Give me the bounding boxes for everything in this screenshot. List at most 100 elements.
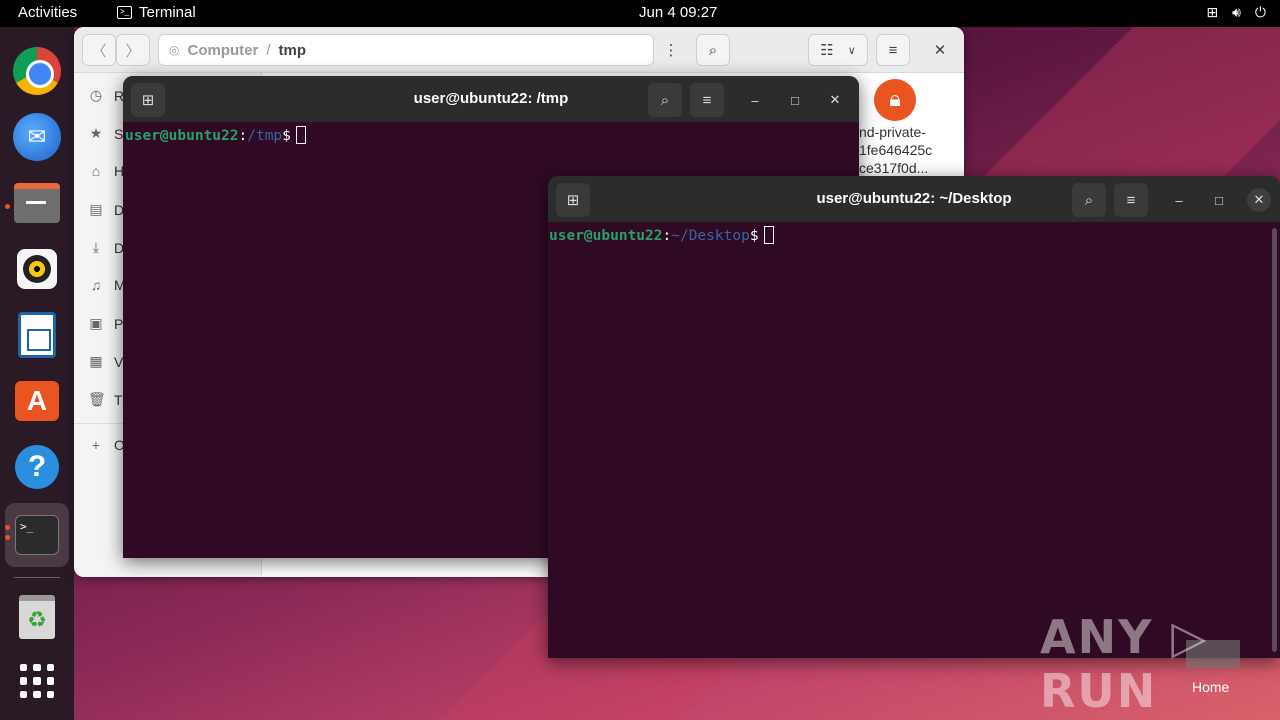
terminal-menu-button[interactable]: ≡ [690,83,724,117]
sidebar-item-documents[interactable]: ▤ D [88,201,124,218]
sidebar-item-videos[interactable]: ▦ V [88,353,123,370]
maximize-icon: □ [791,92,799,108]
film-icon: ▦ [89,353,103,369]
trash-can-icon: 🗑︎ [88,391,106,407]
network-icon: ⊞ [1206,4,1219,20]
running-indicator [5,204,10,209]
terminal-menu-button[interactable]: ≡ [1114,183,1148,217]
close-icon: ✕ [1253,192,1265,207]
file-name-label[interactable]: nd-private- 1fe646425c ce317f0d... [859,123,949,177]
help-icon: ? [15,445,59,489]
terminal-app-icon: >_ [15,515,59,555]
path-segment-current[interactable]: tmp [279,42,307,59]
prompt-path: /tmp [247,128,283,144]
terminal-headerbar: ⊞ user@ubuntu22: /tmp ⌕ ≡ – □ ✕ [123,76,859,122]
terminal-window-desktop: ⊞ user@ubuntu22: ~/Desktop ⌕ ≡ – □ ✕ use… [548,176,1280,658]
minimize-button[interactable]: – [743,88,767,112]
files-headerbar: 〈 〉 ◎ Computer / tmp ⋮ ⌕ ☷ ∨ ≡ ✕ [74,27,964,73]
main-menu-button[interactable]: ≡ [876,34,910,66]
terminal-icon: >_ [117,6,132,19]
prompt-path: ~/Desktop [671,228,750,244]
activities-button[interactable]: Activities [18,4,77,21]
sidebar-item-label: V [114,353,124,370]
sidebar-item-label: S [114,125,124,142]
download-icon: ⤓ [92,239,100,255]
rhythmbox-icon [17,249,57,289]
hamburger-menu-icon: ≡ [702,91,712,109]
files-icon [14,183,60,223]
search-icon: ⌕ [1084,191,1094,209]
sidebar-item-pictures[interactable]: ▣ Pi [88,315,126,332]
minimize-icon: – [751,92,759,108]
thunderbird-icon [13,113,61,161]
view-toggle-button[interactable]: ☷ ∨ [808,34,868,66]
close-button[interactable]: ✕ [823,88,847,112]
close-button[interactable]: ✕ [1247,188,1271,212]
terminal-search-button[interactable]: ⌕ [648,83,682,117]
path-separator: / [266,41,271,59]
sidebar-item-music[interactable]: ♫ M [88,277,126,293]
path-bar[interactable]: ◎ Computer / tmp [158,34,654,66]
prompt-separator: : [238,128,248,144]
path-segment-computer[interactable]: Computer [187,42,258,59]
sidebar-item-home[interactable]: ⌂ H [88,163,124,179]
dock-item-trash[interactable]: ♻ [13,593,61,641]
sidebar-item-starred[interactable]: ★ S [88,125,124,142]
sidebar-item-recent[interactable]: ◷ R [88,87,124,104]
dock-item-terminal[interactable]: >_ [13,511,61,559]
drive-icon: ◎ [169,43,180,57]
terminal-scrollbar[interactable] [1272,228,1277,652]
maximize-icon: □ [1215,192,1223,208]
sidebar-item-trash[interactable]: 🗑︎ Tr [88,391,127,408]
system-tray[interactable]: ⊞ 🔊︎ ⏻ [1206,4,1266,21]
terminal-output[interactable]: user@ubuntu22:/tmp$ [123,122,308,148]
trash-icon: ♻ [19,595,55,639]
path-menu-button[interactable]: ⋮ [654,34,688,66]
sidebar-item-other-locations[interactable]: + O [88,437,125,453]
hamburger-menu-icon: ≡ [1126,191,1136,209]
forward-button[interactable]: 〉 [116,34,150,66]
music-icon: ♫ [90,277,102,293]
search-icon: ⌕ [708,41,718,59]
terminal-output[interactable]: user@ubuntu22:~/Desktop$ [548,222,776,248]
power-icon: ⏻ [1254,4,1266,20]
running-indicator [5,525,10,530]
dock-item-chrome[interactable] [13,47,61,95]
dock-item-help[interactable]: ? [13,443,61,491]
maximize-button[interactable]: □ [1207,188,1231,212]
volume-icon: 🔊︎ [1232,4,1241,20]
dock-item-files[interactable] [13,179,61,227]
lock-file-icon[interactable]: 🔒︎ [874,79,916,121]
running-indicator [5,535,10,540]
document-icon: ▤ [89,201,103,217]
prompt-separator: : [662,228,672,244]
close-icon: ✕ [829,92,841,107]
prompt-user: user@ubuntu22 [125,128,239,144]
dock: A ? >_ ♻ [0,27,74,720]
back-button[interactable]: 〈 [82,34,116,66]
dock-separator [14,577,60,578]
dock-item-thunderbird[interactable] [13,113,61,161]
dock-item-app-center[interactable]: A [13,377,61,425]
app-center-icon: A [15,381,59,421]
dock-item-writer[interactable] [13,311,61,359]
writer-icon [18,312,56,358]
close-window-button[interactable]: ✕ [924,34,956,66]
prompt-user: user@ubuntu22 [549,228,663,244]
terminal-headerbar: ⊞ user@ubuntu22: ~/Desktop ⌕ ≡ – □ ✕ [548,176,1280,222]
show-applications-button[interactable] [13,657,61,705]
chevron-down-icon: ∨ [847,44,856,57]
search-button[interactable]: ⌕ [696,34,730,66]
chevron-right-icon: 〉 [125,42,141,60]
clock[interactable]: Jun 4 09:27 [639,4,717,21]
minimize-button[interactable]: – [1167,188,1191,212]
sidebar-item-downloads[interactable]: ⤓ D [88,239,124,256]
star-icon: ★ [89,125,103,141]
dock-item-rhythmbox[interactable] [13,245,61,293]
app-menu[interactable]: >_ Terminal [117,4,196,21]
top-bar: Activities >_ Terminal Jun 4 09:27 ⊞ 🔊︎ … [0,0,1280,27]
terminal-search-button[interactable]: ⌕ [1072,183,1106,217]
home-icon: ⌂ [91,163,101,179]
maximize-button[interactable]: □ [783,88,807,112]
prompt-dollar: $ [282,128,291,144]
